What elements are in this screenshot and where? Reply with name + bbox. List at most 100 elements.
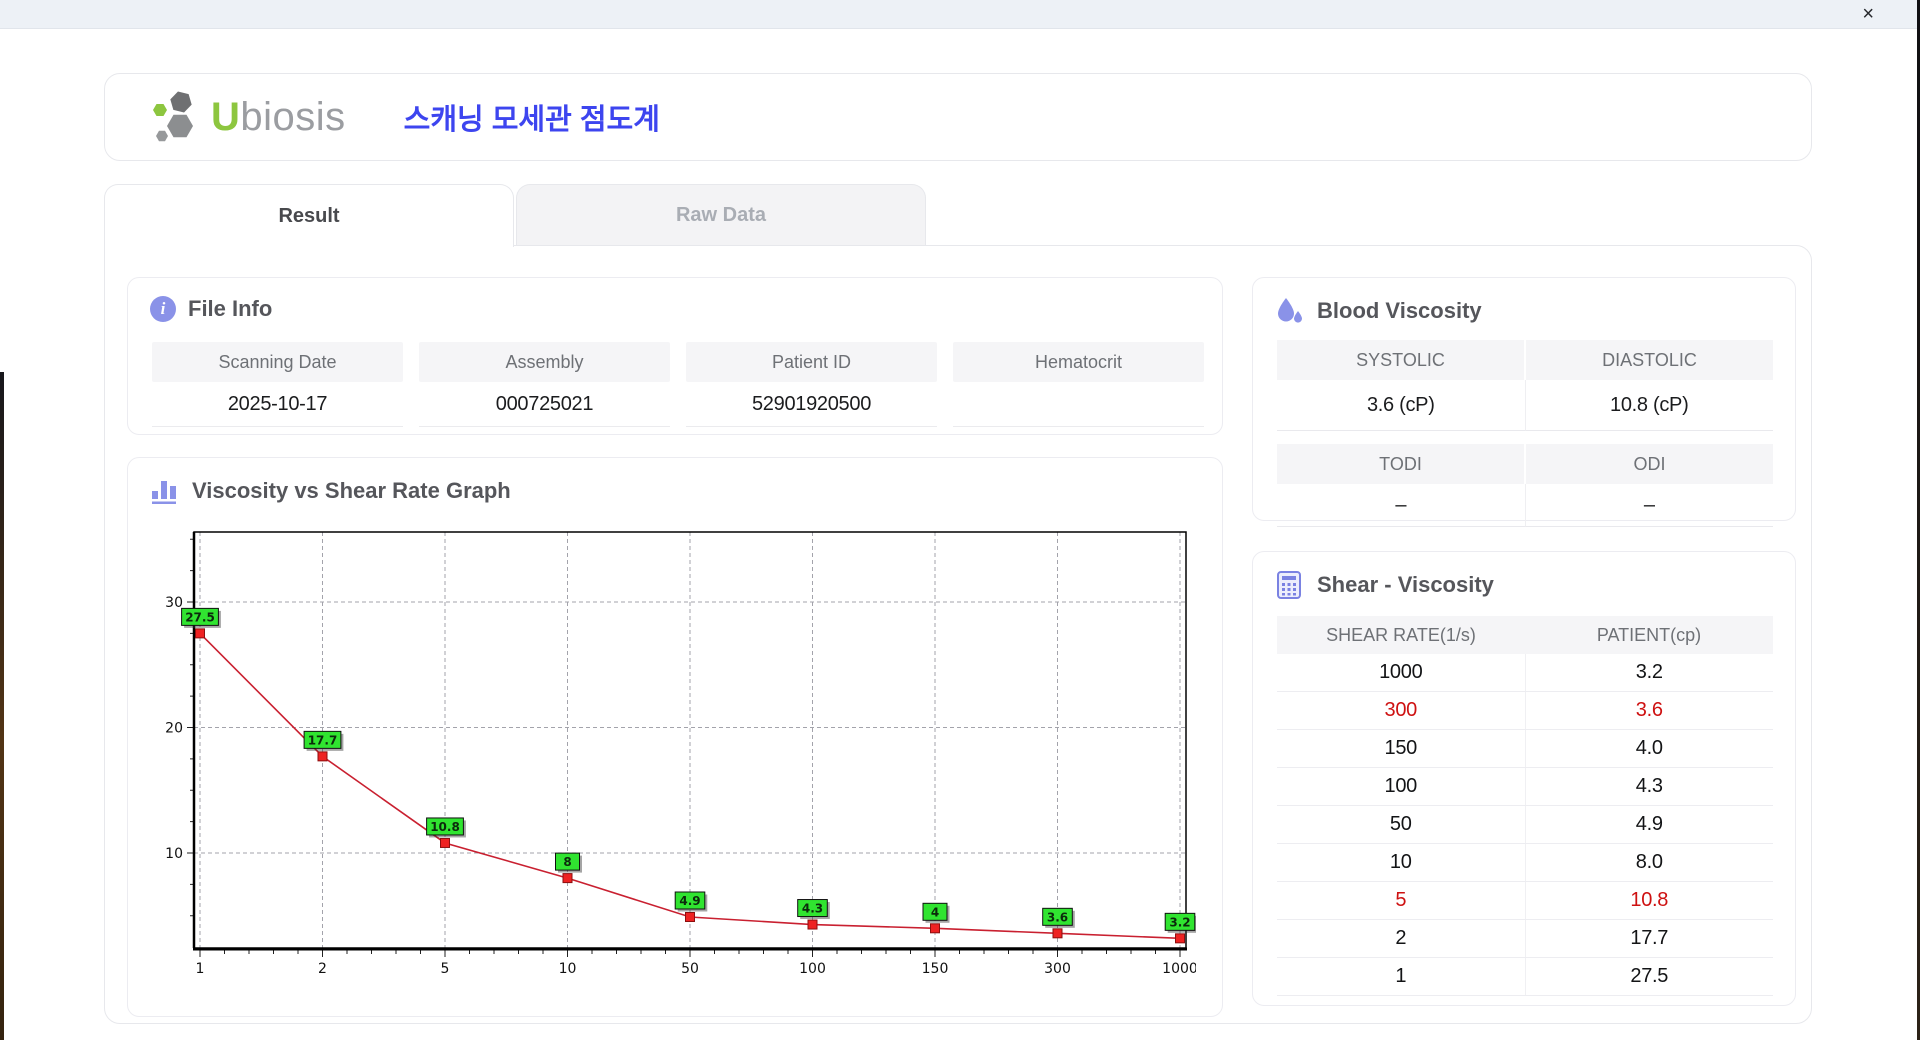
file-info-fields: Scanning Date 2025-10-17 Assembly 000725021… bbox=[152, 342, 1204, 427]
shear-rate-cell: 100 bbox=[1277, 768, 1526, 805]
bv-header-row: TODI ODI bbox=[1277, 444, 1773, 484]
blood-viscosity-table: SYSTOLIC DIASTOLIC 3.6 (cP) 10.8 (cP) TODI OD… bbox=[1277, 340, 1773, 527]
patient-cell: 4.0 bbox=[1635, 737, 1663, 759]
table-row: 300 3.6 bbox=[1277, 692, 1773, 730]
bv-value-cell: – bbox=[1277, 484, 1526, 527]
svg-text:10: 10 bbox=[559, 961, 577, 977]
svg-text:5: 5 bbox=[441, 961, 450, 977]
file-info-title: File Info bbox=[188, 296, 273, 321]
field-label: Hematocrit bbox=[953, 342, 1204, 382]
svg-text:1000: 1000 bbox=[1162, 961, 1196, 977]
result-panel: i File Info Scanning Date 2025-10-17 Assem… bbox=[104, 245, 1812, 1024]
table-row: 2 17.7 bbox=[1277, 920, 1773, 958]
sv-header-cell: PATIENT(cp) bbox=[1525, 616, 1773, 654]
svg-text:50: 50 bbox=[681, 961, 699, 977]
patient-cell: 4.3 bbox=[1635, 775, 1663, 797]
table-row: 5 10.8 bbox=[1277, 882, 1773, 920]
graph-card: Viscosity vs Shear Rate Graph 30 20 10 1 2 5 1… bbox=[127, 457, 1223, 1017]
svg-text:4.9: 4.9 bbox=[679, 894, 700, 908]
file-info-field: Patient ID 52901920500 bbox=[686, 342, 937, 427]
svg-text:10.8: 10.8 bbox=[430, 820, 460, 834]
app-header: Ubiosis 스캐닝 모세관 점도계 bbox=[104, 73, 1812, 161]
shear-rate-cell: 150 bbox=[1277, 730, 1526, 767]
viscosity-chart: 30 20 10 1 2 5 10 50 100 150 300 1000 27.5 17.7 10.8 8 4… bbox=[156, 524, 1198, 1007]
patient-cell: 3.2 bbox=[1635, 661, 1663, 683]
svg-text:4.3: 4.3 bbox=[802, 902, 823, 916]
bv-value-cell: 3.6 (cP) bbox=[1277, 380, 1526, 431]
svg-text:4: 4 bbox=[931, 905, 939, 919]
field-value: 000725021 bbox=[419, 382, 670, 427]
close-icon[interactable]: × bbox=[1862, 2, 1874, 26]
svg-text:3.2: 3.2 bbox=[1169, 915, 1190, 929]
tab-result[interactable]: Result bbox=[104, 184, 514, 247]
svg-text:150: 150 bbox=[922, 961, 949, 977]
sv-header-cell: SHEAR RATE(1/s) bbox=[1277, 616, 1525, 654]
graph-title: Viscosity vs Shear Rate Graph bbox=[192, 478, 511, 503]
field-value: 2025-10-17 bbox=[152, 382, 403, 427]
field-value bbox=[953, 382, 1204, 427]
bv-header-cell: DIASTOLIC bbox=[1526, 340, 1773, 380]
blood-viscosity-card: Blood Viscosity SYSTOLIC DIASTOLIC 3.6 (cP… bbox=[1252, 277, 1796, 527]
tab-label: Raw Data bbox=[675, 203, 767, 226]
field-label: Assembly bbox=[419, 342, 670, 382]
svg-text:30: 30 bbox=[165, 595, 183, 611]
shear-viscosity-title: Shear - Viscosity bbox=[1317, 572, 1494, 597]
tab-bar: Result Raw Data bbox=[104, 184, 926, 247]
shear-rate-cell: 10 bbox=[1277, 844, 1526, 881]
field-value: 52901920500 bbox=[686, 382, 937, 427]
shear-rate-cell: 300 bbox=[1277, 692, 1526, 729]
field-label: Scanning Date bbox=[152, 342, 403, 382]
bv-header-cell: ODI bbox=[1526, 444, 1773, 484]
hexagon-cluster-icon bbox=[153, 91, 193, 142]
patient-cell: 8.0 bbox=[1635, 851, 1663, 873]
bv-value-cell: 10.8 (cP) bbox=[1525, 380, 1773, 431]
bv-value-row: 3.6 (cP) 10.8 (cP) bbox=[1277, 380, 1773, 431]
svg-text:1: 1 bbox=[196, 961, 205, 977]
bv-value-cell: – bbox=[1525, 484, 1773, 527]
sv-header-row: SHEAR RATE(1/s) PATIENT(cp) bbox=[1277, 616, 1773, 654]
shear-rate-cell: 1000 bbox=[1277, 654, 1526, 691]
svg-text:100: 100 bbox=[799, 961, 826, 977]
calculator-icon bbox=[1277, 571, 1301, 599]
table-row: 1 27.5 bbox=[1277, 958, 1773, 996]
window-titlebar: × bbox=[0, 0, 1920, 29]
patient-cell: 4.9 bbox=[1635, 813, 1663, 835]
table-row: 10 8.0 bbox=[1277, 844, 1773, 882]
field-label: Patient ID bbox=[686, 342, 937, 382]
file-info-card: i File Info Scanning Date 2025-10-17 Assem… bbox=[127, 277, 1223, 435]
table-row: 150 4.0 bbox=[1277, 730, 1773, 768]
tab-label: Result bbox=[278, 204, 340, 227]
desktop-edge-left bbox=[0, 372, 4, 1040]
patient-cell: 27.5 bbox=[1630, 965, 1669, 987]
bar-chart-icon bbox=[152, 481, 176, 504]
table-row: 100 4.3 bbox=[1277, 768, 1773, 806]
patient-cell: 10.8 bbox=[1630, 889, 1669, 911]
app-title: 스캐닝 모세관 점도계 bbox=[403, 104, 660, 136]
svg-text:17.7: 17.7 bbox=[308, 733, 338, 747]
logo-wordmark: Ubiosis bbox=[211, 95, 346, 139]
svg-text:27.5: 27.5 bbox=[185, 610, 215, 624]
tab-raw-data[interactable]: Raw Data bbox=[516, 184, 926, 245]
droplet-icon bbox=[1278, 298, 1302, 323]
bv-header-row: SYSTOLIC DIASTOLIC bbox=[1277, 340, 1773, 380]
svg-text:8: 8 bbox=[563, 855, 571, 869]
table-row: 1000 3.2 bbox=[1277, 654, 1773, 692]
shear-rate-cell: 2 bbox=[1277, 920, 1526, 957]
shear-viscosity-table: SHEAR RATE(1/s) PATIENT(cp) 1000 3.2 300 3.6 1… bbox=[1277, 616, 1773, 996]
svg-text:2: 2 bbox=[318, 961, 327, 977]
shear-rate-cell: 50 bbox=[1277, 806, 1526, 843]
patient-cell: 3.6 bbox=[1635, 699, 1663, 721]
patient-cell: 17.7 bbox=[1630, 927, 1669, 949]
shear-viscosity-card: Shear - Viscosity SHEAR RATE(1/s) PATIENT… bbox=[1252, 551, 1796, 1006]
table-row: 50 4.9 bbox=[1277, 806, 1773, 844]
file-info-field: Assembly 000725021 bbox=[419, 342, 670, 427]
bv-header-cell: SYSTOLIC bbox=[1277, 340, 1526, 380]
bv-value-row: – – bbox=[1277, 484, 1773, 527]
file-info-field: Hematocrit bbox=[953, 342, 1204, 427]
file-info-field: Scanning Date 2025-10-17 bbox=[152, 342, 403, 427]
info-icon: i bbox=[150, 296, 176, 322]
shear-rate-cell: 1 bbox=[1277, 958, 1526, 995]
bv-header-cell: TODI bbox=[1277, 444, 1526, 484]
blood-viscosity-title: Blood Viscosity bbox=[1317, 298, 1482, 323]
